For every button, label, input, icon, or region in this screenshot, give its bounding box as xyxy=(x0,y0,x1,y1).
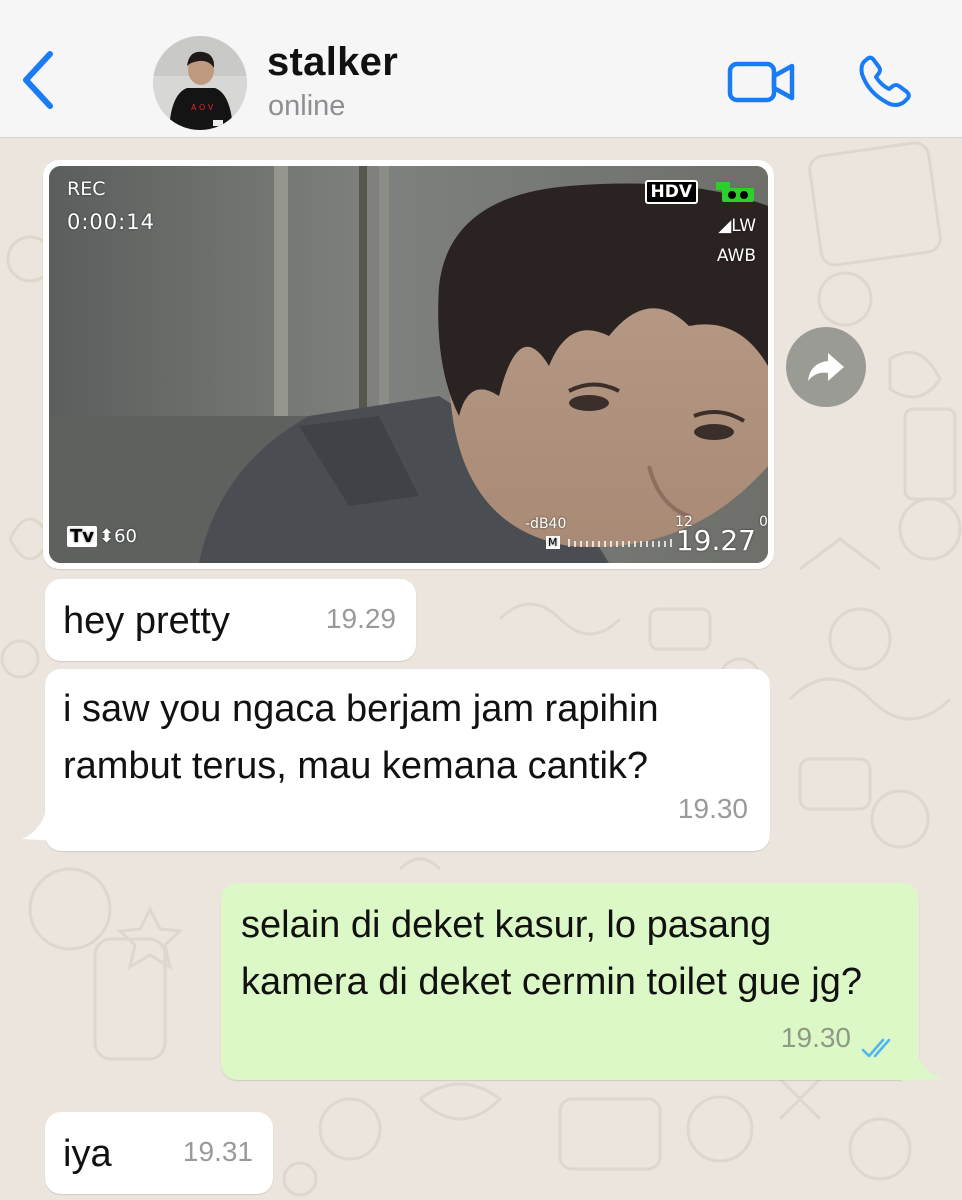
forward-arrow-icon xyxy=(808,353,844,381)
chat-area[interactable]: REC 0:00:14 HDV ◢LW AWB Tv ⬍60 -dB40 M 12… xyxy=(0,139,962,1200)
incoming-bubble-tail xyxy=(22,811,58,841)
double-check-icon xyxy=(861,1038,891,1058)
message-time: 19.29 xyxy=(325,603,396,634)
incoming-message[interactable]: i saw you ngaca berjam jam rapihin rambu… xyxy=(45,669,770,851)
svg-text:A O V: A O V xyxy=(191,103,214,112)
chevron-left-icon xyxy=(23,51,53,109)
outgoing-message[interactable]: selain di deket kasur, lo pasang kamera … xyxy=(221,883,919,1080)
message-text: selain di deket kasur, lo pasang kamera … xyxy=(241,904,862,1003)
tv-mode-label: Tv xyxy=(67,526,98,547)
video-camera-icon xyxy=(727,61,795,103)
photo-scene xyxy=(49,166,768,563)
level-meter xyxy=(568,539,672,547)
voice-call-button[interactable] xyxy=(856,54,914,110)
chat-header: A O V stalker online xyxy=(0,0,962,138)
message-time: 19.31 xyxy=(182,1136,253,1167)
incoming-message[interactable]: hey pretty 19.29 xyxy=(45,579,416,661)
timecode: 0:00:14 xyxy=(67,210,155,234)
image-message[interactable]: REC 0:00:14 HDV ◢LW AWB Tv ⬍60 -dB40 M 12… xyxy=(43,160,774,569)
video-call-button[interactable] xyxy=(726,58,798,106)
meter-mark-0: 0 xyxy=(759,514,768,530)
tape-camera-icon xyxy=(716,182,754,202)
hdv-badge: HDV xyxy=(644,180,698,204)
awb-indicator: AWB xyxy=(716,246,756,266)
phone-icon xyxy=(859,55,911,107)
camera-screenshot-image[interactable]: REC 0:00:14 HDV ◢LW AWB Tv ⬍60 -dB40 M 12… xyxy=(49,166,768,563)
photo-timestamp: 19.27 xyxy=(675,524,756,557)
avatar-photo: A O V xyxy=(153,36,247,130)
outgoing-bubble-tail xyxy=(902,1051,942,1081)
contact-name[interactable]: stalker xyxy=(267,40,398,85)
avatar[interactable]: A O V xyxy=(153,36,247,130)
contact-status: online xyxy=(268,90,346,122)
tv-mode-indicator: Tv ⬍60 xyxy=(67,526,137,547)
forward-button[interactable] xyxy=(786,327,866,407)
back-button[interactable] xyxy=(18,48,58,112)
message-time: 19.30 xyxy=(677,793,748,824)
message-text: i saw you ngaca berjam jam rapihin rambu… xyxy=(63,688,659,787)
rec-label: REC xyxy=(67,178,106,200)
db-readout: -dB40 xyxy=(525,516,567,532)
incoming-message[interactable]: iya 19.31 xyxy=(45,1112,273,1194)
manual-badge: M xyxy=(546,536,560,549)
message-time: 19.30 xyxy=(780,1022,851,1053)
lw-indicator: ◢LW xyxy=(718,216,756,236)
tv-mode-value: ⬍60 xyxy=(99,526,138,547)
